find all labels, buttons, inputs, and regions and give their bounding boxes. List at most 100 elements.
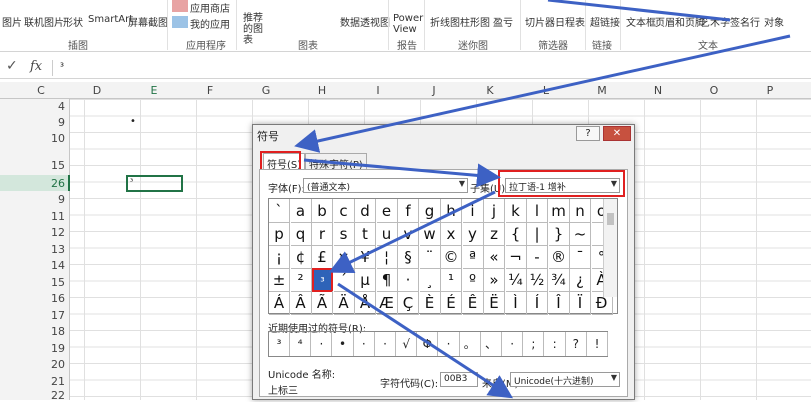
ribbon-column-sparkline[interactable]: 柱形图	[460, 14, 490, 29]
symbol-cell[interactable]: Ã	[312, 291, 333, 315]
symbol-cell[interactable]: n	[570, 199, 591, 223]
symbol-cell[interactable]: v	[398, 222, 419, 246]
help-button[interactable]: ?	[576, 126, 600, 141]
column-header[interactable]: O	[707, 84, 721, 97]
ribbon-wordart[interactable]: 艺术字	[700, 14, 730, 29]
symbol-cell[interactable]: £	[312, 245, 333, 269]
ribbon-smartart[interactable]: SmartArt	[88, 14, 133, 25]
ribbon-online-pictures[interactable]: 联机图片	[24, 14, 64, 29]
ribbon-slicer[interactable]: 切片器	[525, 14, 555, 29]
column-header[interactable]: N	[651, 84, 665, 97]
symbol-cell[interactable]: z	[484, 222, 505, 246]
symbol-cell[interactable]: ¥	[355, 245, 376, 269]
recent-symbol-cell[interactable]: ?	[566, 332, 587, 356]
symbol-cell[interactable]: ½	[527, 268, 548, 292]
symbol-cell[interactable]: k	[505, 199, 527, 223]
symbol-cell[interactable]: s	[333, 222, 355, 246]
column-header[interactable]: I	[371, 84, 385, 97]
recent-symbol-cell[interactable]: ·	[311, 332, 333, 356]
row-header[interactable]: 19	[51, 342, 65, 355]
ribbon-line-sparkline[interactable]: 折线图	[430, 14, 460, 29]
symbol-cell[interactable]: `	[269, 199, 290, 223]
symbol-cell[interactable]: Á	[269, 291, 290, 315]
symbol-cell[interactable]: Ä	[333, 291, 355, 315]
symbol-cell[interactable]: «	[484, 245, 505, 269]
symbol-cell[interactable]: Ì	[505, 291, 527, 315]
recent-symbol-cell[interactable]: ·	[439, 332, 460, 356]
symbol-cell[interactable]: x	[441, 222, 462, 246]
symbol-cell[interactable]: Æ	[376, 291, 398, 315]
recent-symbol-cell[interactable]: !	[587, 332, 608, 356]
ribbon-timeline[interactable]: 日程表	[555, 14, 585, 29]
recent-symbol-cell[interactable]: 、	[481, 332, 502, 356]
column-header[interactable]: C	[34, 84, 48, 97]
symbol-cell[interactable]: Ë	[484, 291, 505, 315]
recent-symbol-cell[interactable]: 。	[460, 332, 481, 356]
ribbon-power-view[interactable]: Power View	[393, 13, 423, 35]
symbol-cell[interactable]: ®	[548, 245, 570, 269]
symbol-cell[interactable]: È	[419, 291, 441, 315]
insert-function-icon[interactable]: fx	[30, 59, 42, 74]
row-header[interactable]: 9	[58, 116, 65, 129]
row-header[interactable]: 18	[51, 325, 65, 338]
ribbon-screenshot[interactable]: 屏幕截图	[128, 14, 168, 29]
symbol-cell[interactable]: Ç	[398, 291, 419, 315]
column-header[interactable]: L	[539, 84, 553, 97]
symbol-cell[interactable]: t	[355, 222, 376, 246]
symbol-cell[interactable]: ©	[441, 245, 462, 269]
symbol-cell[interactable]: ¤	[333, 245, 355, 269]
font-select[interactable]: (普通文本) ▼	[303, 178, 468, 193]
row-header[interactable]: 12	[51, 226, 65, 239]
active-cell[interactable]: ³	[126, 175, 183, 192]
ribbon-store[interactable]: 应用商店	[190, 0, 230, 15]
symbol-cell[interactable]: h	[441, 199, 462, 223]
symbol-cell[interactable]: e	[376, 199, 398, 223]
column-header[interactable]: F	[203, 84, 217, 97]
symbol-cell[interactable]: Ï	[570, 291, 591, 315]
column-header[interactable]: P	[763, 84, 777, 97]
ribbon-header-footer[interactable]: 页眉和页脚	[655, 14, 705, 29]
recent-symbol-cell[interactable]: √	[396, 332, 418, 356]
symbol-cell[interactable]: ¸	[419, 268, 441, 292]
symbol-cell[interactable]: f	[398, 199, 419, 223]
column-header[interactable]: K	[483, 84, 497, 97]
symbol-cell[interactable]: µ	[355, 268, 376, 292]
symbol-cell[interactable]: ¬	[505, 245, 527, 269]
symbol-cell[interactable]: |	[527, 222, 548, 246]
recent-symbol-cell[interactable]: ·	[375, 332, 396, 356]
row-header[interactable]: 11	[51, 210, 65, 223]
symbol-cell[interactable]: i	[462, 199, 484, 223]
symbol-cell[interactable]: b	[312, 199, 333, 223]
row-header[interactable]: 22	[51, 389, 65, 402]
column-header[interactable]: G	[259, 84, 273, 97]
row-header[interactable]: 4	[58, 100, 65, 113]
tab-special-characters[interactable]: 特殊字符(P)	[305, 153, 367, 171]
column-header[interactable]: D	[90, 84, 104, 97]
symbol-cell[interactable]: ¶	[376, 268, 398, 292]
symbol-cell[interactable]: É	[441, 291, 462, 315]
column-header[interactable]: H	[315, 84, 329, 97]
symbol-cell[interactable]: ¡	[269, 245, 290, 269]
from-select[interactable]: Unicode(十六进制) ▼	[510, 372, 620, 387]
close-button[interactable]: ✕	[603, 126, 631, 141]
ribbon-pivot-chart[interactable]: 数据透视图	[340, 14, 390, 29]
symbol-cell[interactable]: u	[376, 222, 398, 246]
symbol-cell[interactable]: c	[333, 199, 355, 223]
symbol-cell[interactable]: ·	[398, 268, 419, 292]
symbol-cell[interactable]: Í	[527, 291, 548, 315]
char-code-input[interactable]: 00B3	[440, 372, 478, 387]
symbol-cell[interactable]: d	[355, 199, 376, 223]
ribbon-hyperlink[interactable]: 超链接	[590, 14, 620, 29]
symbol-cell[interactable]: ±	[269, 268, 290, 292]
row-header[interactable]: 20	[51, 358, 65, 371]
ribbon-win-loss[interactable]: 盈亏	[493, 14, 513, 29]
symbol-cell[interactable]: q	[290, 222, 312, 246]
symbol-cell[interactable]: {	[505, 222, 527, 246]
symbol-cell[interactable]: ¦	[376, 245, 398, 269]
symbol-cell[interactable]: ª	[462, 245, 484, 269]
symbol-cell[interactable]: Å	[355, 291, 376, 315]
recent-symbol-cell[interactable]: ;	[523, 332, 545, 356]
symbol-cell[interactable]: r	[312, 222, 333, 246]
symbol-cell[interactable]: ¾	[548, 268, 570, 292]
symbol-cell[interactable]: -	[527, 245, 548, 269]
